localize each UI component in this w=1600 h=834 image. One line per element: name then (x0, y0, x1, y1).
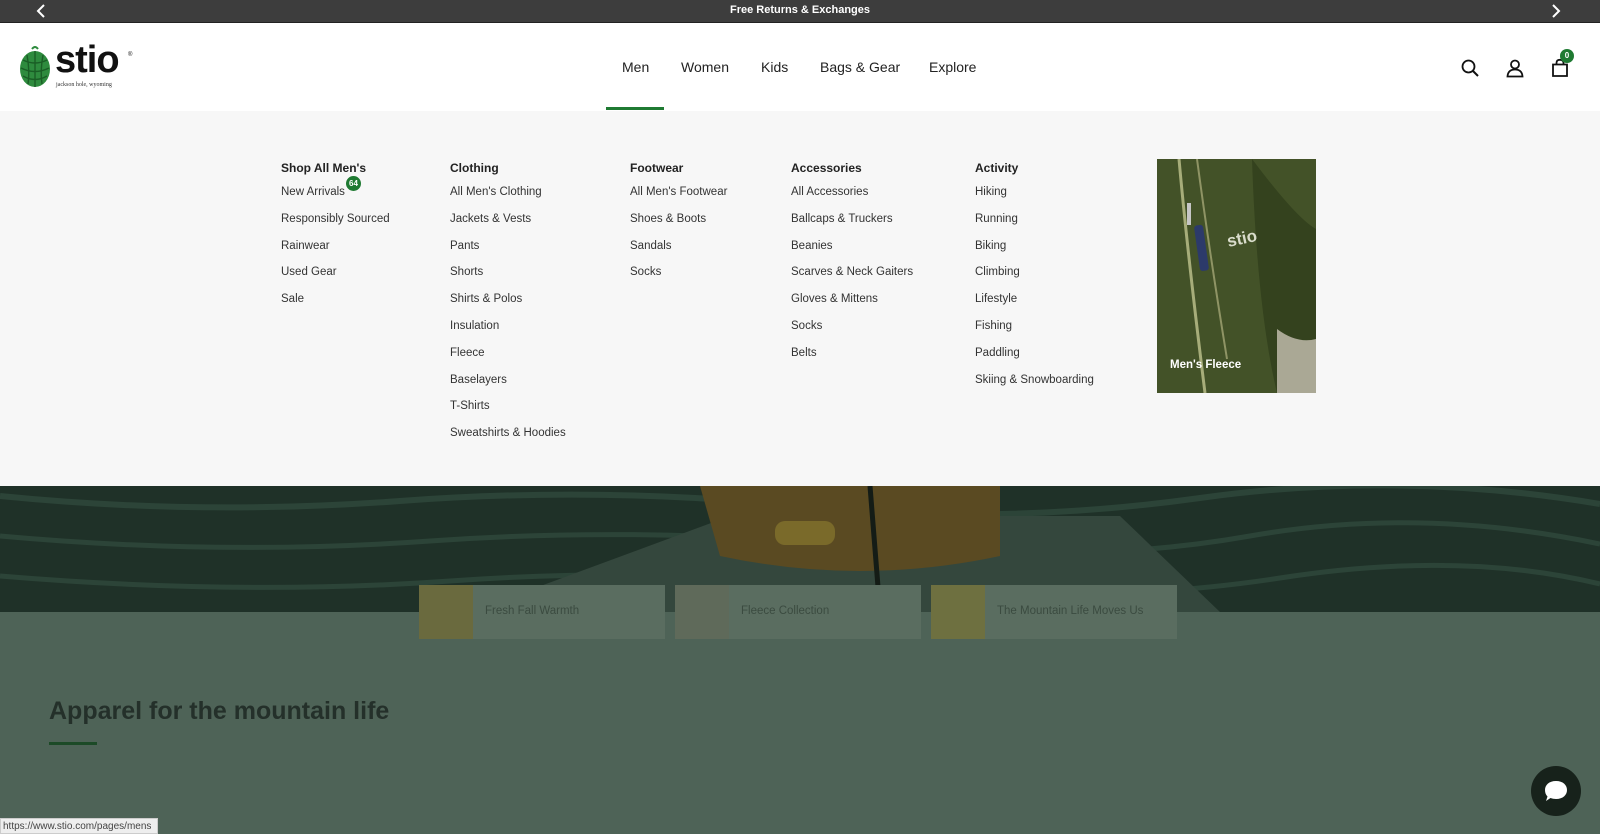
mega-link[interactable]: Lifestyle (975, 293, 1094, 320)
nav-item-men[interactable]: Men (622, 59, 649, 75)
mega-link[interactable]: Biking (975, 240, 1094, 267)
nav-item-kids[interactable]: Kids (761, 59, 788, 75)
chat-launcher-button[interactable] (1531, 766, 1581, 816)
mega-link[interactable]: Fleece (450, 347, 566, 374)
mega-link[interactable]: Gloves & Mittens (791, 293, 913, 320)
mega-link[interactable]: Ballcaps & Truckers (791, 213, 913, 240)
mega-link[interactable]: Running (975, 213, 1094, 240)
pill-thumbnail (419, 585, 473, 639)
mega-link[interactable]: Paddling (975, 347, 1094, 374)
announcement-message[interactable]: Free Returns & Exchanges (0, 4, 1600, 16)
mega-link[interactable]: All Men's Clothing (450, 186, 566, 213)
mega-link[interactable]: Sandals (630, 240, 727, 267)
site-header: stio ® jackson hole, wyoming Men Women K… (0, 23, 1600, 111)
mega-column-title[interactable]: Activity (975, 161, 1094, 175)
brand-wordmark: stio (55, 39, 120, 81)
mega-link[interactable]: Shirts & Polos (450, 293, 566, 320)
registered-mark: ® (128, 52, 133, 58)
pill-label: Fresh Fall Warmth (485, 605, 580, 617)
chevron-right-icon[interactable] (1546, 2, 1564, 20)
brand-tagline: jackson hole, wyoming (56, 82, 112, 88)
brand-logo[interactable]: stio ® jackson hole, wyoming (18, 39, 133, 91)
pill-thumbnail (931, 585, 985, 639)
pinecone-logo-icon (20, 46, 50, 87)
mega-link[interactable]: Baselayers (450, 374, 566, 401)
mega-link[interactable]: Shoes & Boots (630, 213, 727, 240)
mega-link[interactable]: Fishing (975, 320, 1094, 347)
mega-column-title[interactable]: Clothing (450, 161, 566, 175)
section-title: Apparel for the mountain life (49, 697, 390, 725)
mega-column-shop-all: Shop All Men's New Arrivals 64 Responsib… (281, 161, 390, 320)
account-icon[interactable] (1505, 58, 1525, 78)
announcement-bar: Free Returns & Exchanges (0, 0, 1600, 23)
new-arrivals-count-badge: 64 (346, 176, 361, 191)
mega-column-title[interactable]: Accessories (791, 161, 913, 175)
mega-link[interactable]: Socks (791, 320, 913, 347)
hero-pill-fleece-collection[interactable]: Fleece Collection (675, 585, 921, 639)
pill-thumbnail (675, 585, 729, 639)
pill-label: The Mountain Life Moves Us (997, 605, 1144, 617)
promo-card-mens-fleece[interactable]: stio Men's Fleece (1157, 159, 1316, 393)
cart-count-badge: 0 (1560, 49, 1574, 63)
mega-link[interactable]: Responsibly Sourced (281, 213, 390, 240)
mega-link[interactable]: Beanies (791, 240, 913, 267)
mega-link[interactable]: Belts (791, 347, 913, 374)
nav-item-explore[interactable]: Explore (929, 59, 976, 75)
status-bar-url: https://www.stio.com/pages/mens (0, 818, 159, 834)
nav-item-women[interactable]: Women (681, 59, 729, 75)
mega-link[interactable]: Scarves & Neck Gaiters (791, 266, 913, 293)
mega-menu-men: Shop All Men's New Arrivals 64 Responsib… (0, 111, 1600, 486)
hero-pill-mountain-life[interactable]: The Mountain Life Moves Us (931, 585, 1177, 639)
pill-label: Fleece Collection (741, 605, 830, 617)
chat-bubble-icon (1545, 781, 1567, 801)
mega-column-title[interactable]: Shop All Men's (281, 161, 390, 175)
mega-link[interactable]: Sale (281, 293, 390, 320)
mega-link[interactable]: Socks (630, 266, 727, 293)
hero-pill-fresh-fall-warmth[interactable]: Fresh Fall Warmth (419, 585, 665, 639)
section-title-underline (49, 742, 97, 745)
mega-link[interactable]: Jackets & Vests (450, 213, 566, 240)
mega-link-new-arrivals[interactable]: New Arrivals 64 (281, 176, 390, 213)
search-icon[interactable] (1460, 58, 1480, 78)
mega-link-label: New Arrivals (281, 186, 345, 198)
mega-column-title[interactable]: Footwear (630, 161, 727, 175)
mega-column-activity: Activity Hiking Running Biking Climbing … (975, 161, 1094, 400)
mega-link[interactable]: Pants (450, 240, 566, 267)
promo-label: Men's Fleece (1170, 359, 1242, 371)
mega-link[interactable]: Used Gear (281, 266, 390, 293)
mega-link[interactable]: Hiking (975, 186, 1094, 213)
mega-column-clothing: Clothing All Men's Clothing Jackets & Ve… (450, 161, 566, 454)
mega-link[interactable]: Insulation (450, 320, 566, 347)
mega-link[interactable]: Rainwear (281, 240, 390, 267)
mega-link[interactable]: All Accessories (791, 186, 913, 213)
mega-link[interactable]: Sweatshirts & Hoodies (450, 427, 566, 454)
mega-link[interactable]: T-Shirts (450, 400, 566, 427)
nav-item-bags-gear[interactable]: Bags & Gear (820, 59, 900, 75)
mega-link[interactable]: Shorts (450, 266, 566, 293)
mega-column-footwear: Footwear All Men's Footwear Shoes & Boot… (630, 161, 727, 293)
mega-link[interactable]: Skiing & Snowboarding (975, 374, 1094, 401)
mega-link[interactable]: Climbing (975, 266, 1094, 293)
mega-link[interactable]: All Men's Footwear (630, 186, 727, 213)
promo-image: stio (1157, 159, 1316, 393)
mega-column-accessories: Accessories All Accessories Ballcaps & T… (791, 161, 913, 374)
active-nav-indicator (606, 107, 664, 110)
